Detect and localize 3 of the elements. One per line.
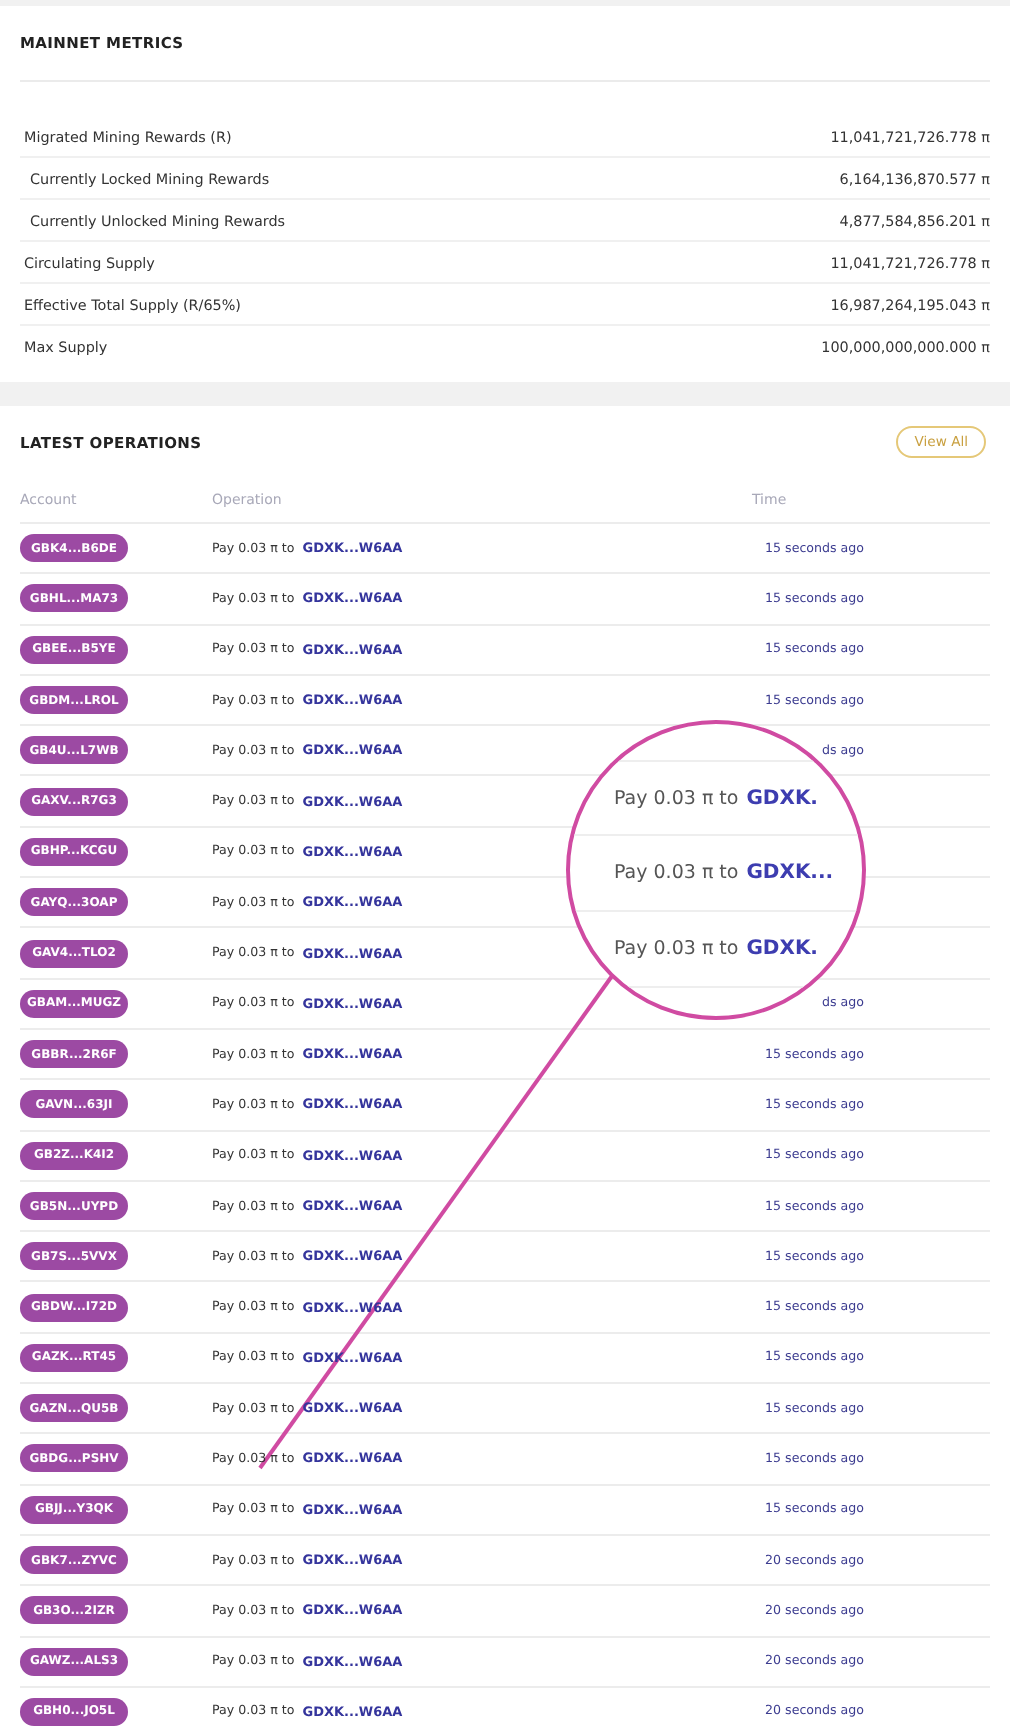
magnified-text: Pay 0.03 π to [614,787,739,809]
magnified-text: Pay 0.03 π to [614,862,739,884]
magnified-text: Pay 0.03 π to [614,938,739,960]
